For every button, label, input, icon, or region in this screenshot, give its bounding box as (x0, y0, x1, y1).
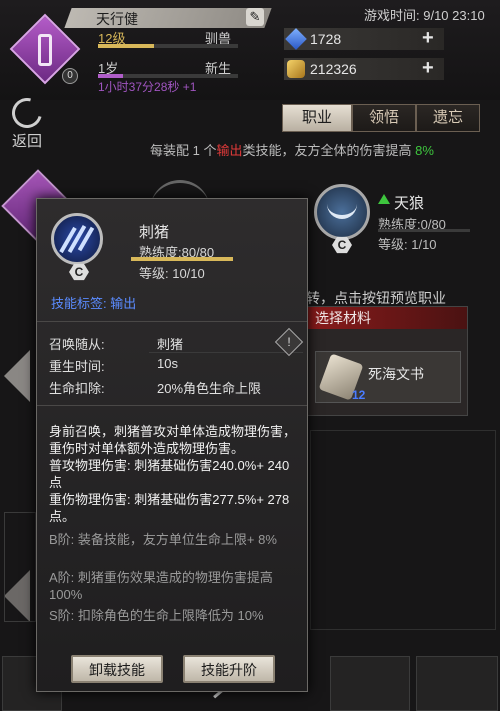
tier-a: A阶: 刺猪重伤效果造成的物理伤害提高100% (49, 570, 273, 602)
skill-name: 刺猪 (139, 224, 170, 241)
level-progress-bar (98, 44, 238, 48)
bg-hint: 转，点击按钮预览职业 (306, 290, 446, 306)
notice-value: 8% (415, 143, 434, 158)
stat-value-hp-cost: 20%角色生命上限 (157, 381, 262, 396)
skill-proficiency-fill (131, 257, 233, 261)
tab-comprehend[interactable]: 领悟 (352, 104, 416, 132)
material-count: 12 (352, 388, 366, 402)
equip-bonus-notice: 每装配 1 个输出类技能，友方全体的伤害提高 8% (150, 140, 434, 159)
game-time: 游戏时间: 9/10 23:10 (364, 8, 485, 23)
stat-value-respawn: 10s (157, 356, 178, 371)
upgrade-arrow-icon (378, 194, 390, 204)
bg-frame-right (310, 430, 496, 630)
gold-ore-icon (287, 60, 305, 78)
currency-gold-value: 212326 (310, 61, 357, 77)
material-name: 死海文书 (368, 366, 424, 382)
normal-attack-damage: 普攻物理伤害: 刺猪基础伤害240.0%+ 240点 (49, 458, 290, 490)
skill-detail-popup: C 刺猪 熟练度:80/80 等级: 10/10 技能标签: 输出 召唤随从: … (36, 198, 308, 692)
avatar-emblem-icon (38, 34, 52, 66)
add-gems-button[interactable]: + (422, 27, 434, 50)
tier-b: B阶: 装备技能，友方单位生命上限+ 8% (49, 532, 277, 547)
stat-label-summon: 召唤随从: (49, 337, 105, 352)
skill-proficiency-bar (131, 257, 233, 261)
tab-bar: 职业 领悟 遗忘 (282, 104, 482, 132)
upgrade-skill-button[interactable]: 技能升阶 (183, 655, 275, 683)
bg-left-arrow (4, 350, 30, 402)
stat-label-respawn: 重生时间: (49, 359, 105, 374)
currency-row-gems (284, 28, 444, 50)
back-arrow-icon (6, 92, 48, 134)
skill-tag-value: 输出 (110, 296, 137, 311)
stat-row-bg-1 (149, 352, 303, 353)
skill-tag: 技能标签: 输出 (51, 293, 136, 312)
skill-tag-label: 技能标签: (51, 296, 107, 311)
wolf-skill-name: 天狼 (394, 195, 425, 212)
add-gold-button[interactable]: + (422, 57, 434, 80)
skill-description: 身前召唤，刺猪普攻对单体造成物理伤害，重伤时对单体额外造成物理伤害。 (49, 424, 297, 456)
player-name: 天行健 (96, 11, 138, 27)
stat-label-hp-cost: 生命扣除: (49, 381, 105, 396)
skill-level: 等级: 10/10 (139, 266, 205, 281)
edit-name-icon[interactable]: ✎ (246, 8, 264, 26)
wolf-proficiency-bar (378, 229, 470, 232)
currency-row-gold (284, 58, 444, 80)
material-item[interactable]: 12 死海文书 (315, 351, 461, 403)
stat-value-summon: 刺猪 (157, 337, 184, 352)
unequip-skill-button[interactable]: 卸载技能 (71, 655, 163, 683)
heavy-attack-damage: 重伤物理伤害: 刺猪基础伤害277.5%+ 278点。 (49, 492, 290, 524)
tab-profession[interactable]: 职业 (282, 104, 352, 132)
bg-frame-left (4, 512, 36, 622)
play-time: 1小时37分28秒 +1 (98, 80, 197, 94)
back-label: 返回 (12, 133, 43, 150)
materials-header: 选择材料 (307, 307, 467, 329)
currency-gems-value: 1728 (310, 31, 342, 47)
bottom-slot-3 (416, 656, 498, 711)
skill-grade-badge: C (69, 263, 89, 281)
wolf-skill-icon[interactable] (314, 184, 370, 240)
materials-panel: 选择材料 12 死海文书 (306, 306, 468, 416)
bottom-slot-2 (330, 656, 410, 711)
notice-text: 每装配 1 个 (150, 143, 217, 158)
tier-s: S阶: 扣除角色的生命上限降低为 10% (49, 608, 264, 623)
tab-forget[interactable]: 遗忘 (416, 104, 480, 132)
back-button[interactable]: 返回 (6, 92, 54, 150)
stats-section: 召唤随从: 刺猪 ! 重生时间: 10s 生命扣除: 20%角色生命上限 (37, 321, 307, 401)
avatar-badge: 0 (62, 68, 78, 84)
notice-text-post: 类技能，友方全体的伤害提高 (242, 143, 412, 158)
skill-icon (51, 213, 103, 265)
notice-highlight: 输出 (216, 143, 243, 158)
wolf-level: 等级: 1/10 (378, 237, 437, 252)
